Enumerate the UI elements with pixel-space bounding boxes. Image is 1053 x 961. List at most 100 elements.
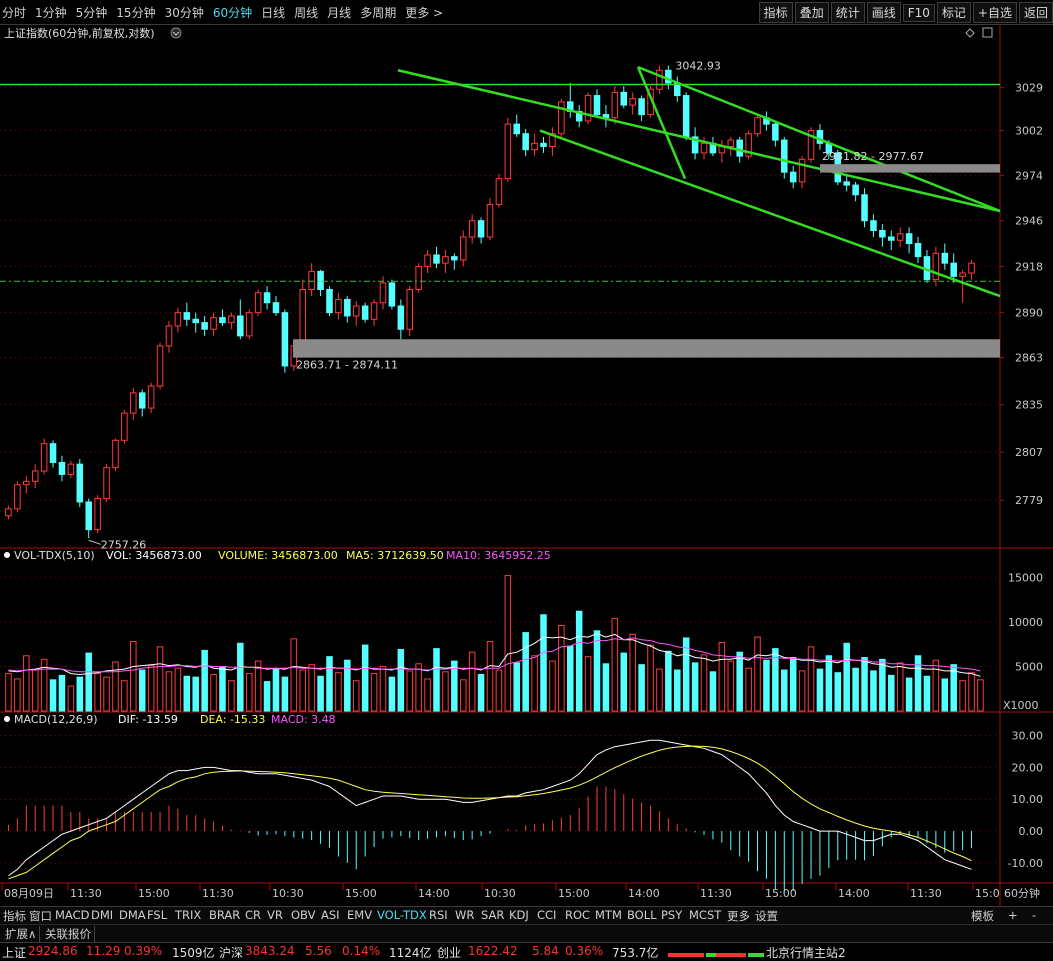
tool-button-4[interactable]: F10 [902, 4, 935, 22]
candle-body [156, 345, 164, 387]
trendline-channel-lower [539, 129, 1001, 298]
period-tab-3[interactable]: 15分钟 [116, 4, 155, 21]
period-tab-0[interactable]: 分时 [2, 4, 26, 21]
x-tick-label-7: 10:30 [484, 887, 516, 900]
indicator-tab-7[interactable]: BRAR [209, 908, 240, 922]
x-tick-label-5: 15:00 [345, 887, 377, 900]
period-tab-2[interactable]: 5分钟 [76, 4, 108, 21]
candle-body [861, 194, 868, 222]
right-tab-1[interactable]: + [1008, 908, 1018, 922]
candle-body [700, 142, 708, 154]
kline-chart[interactable]: 上证指数(60分钟,前复权,对数) 3029 3002 2974 2946 2918 289… [0, 24, 1053, 906]
volume-bar [210, 673, 217, 712]
candle-body [228, 315, 235, 324]
candle-body [174, 312, 182, 327]
period-tab-6[interactable]: 日线 [261, 4, 285, 21]
extend-tab-1[interactable]: 关联报价 [42, 926, 95, 942]
indicator-tab-8[interactable]: CR [245, 908, 261, 922]
indicator-tab-11[interactable]: ASI [321, 908, 340, 922]
tool-button-6[interactable]: +自选 [972, 2, 1017, 23]
period-tab-10[interactable]: 更多 > [405, 4, 443, 21]
candle-body [308, 270, 315, 290]
right-tab-0[interactable]: 模板 [971, 908, 994, 924]
indicator-tab-25[interactable]: 设置 [755, 908, 778, 924]
cy-price: 1622.42 [468, 944, 518, 958]
hs-amount: 1124亿 [389, 946, 432, 960]
tool-button-7[interactable]: 返回 [1018, 2, 1053, 23]
vol-unit-label: X1000 [1003, 699, 1039, 712]
candle-body [23, 480, 30, 486]
indicator-tab-2[interactable]: MACD [55, 908, 89, 922]
period-label: 60分钟 [1004, 886, 1040, 900]
candle-body [593, 95, 601, 116]
indicator-tab-5[interactable]: FSL [147, 908, 167, 922]
volume-bar [361, 644, 369, 712]
tool-button-1[interactable]: 叠加 [794, 2, 829, 23]
volume-bar [58, 674, 66, 712]
dif-line [8, 739, 972, 877]
volume-bar [620, 652, 628, 712]
indicator-tab-13[interactable]: VOL-TDX [377, 908, 427, 922]
indicator-tab-24[interactable]: 更多 [727, 908, 750, 924]
indicator-tab-15[interactable]: WR [455, 908, 474, 922]
server-name[interactable]: 北京行情主站2 [766, 944, 846, 961]
indicator-tab-18[interactable]: CCI [537, 908, 556, 922]
volume-bar [335, 672, 342, 712]
indicator-tab-20[interactable]: MTM [595, 908, 622, 922]
period-tab-5[interactable]: 60分钟 [213, 4, 252, 21]
pane-menu-icon [170, 27, 182, 39]
indicator-tab-1[interactable]: 窗口 [29, 908, 52, 924]
volume-bar [977, 679, 984, 712]
candle-body [540, 142, 547, 148]
volume-bar [388, 676, 396, 712]
period-tab-9[interactable]: 多周期 [360, 4, 396, 21]
volume-bar [156, 646, 164, 712]
indicator-tab-0[interactable]: 指标 [3, 908, 26, 924]
x-tick-label-11: 15:00 [765, 887, 797, 900]
indicator-tab-16[interactable]: SAR [481, 908, 504, 922]
candle-body [638, 98, 645, 116]
volume-bar [379, 665, 387, 712]
indicator-tab-14[interactable]: RSI [429, 908, 448, 922]
extend-tab-0[interactable]: 扩展∧ [2, 926, 41, 942]
sh-name[interactable]: 上证 [2, 944, 26, 961]
hs-name[interactable]: 沪深 [219, 944, 243, 961]
period-tab-8[interactable]: 月线 [327, 4, 351, 21]
hs-price: 3843.24 [245, 944, 295, 958]
period-tab-4[interactable]: 30分钟 [165, 4, 204, 21]
tool-button-5[interactable]: 标记 [936, 2, 971, 23]
sh-change: 11.29 [86, 944, 121, 958]
period-tab-7[interactable]: 周线 [294, 4, 318, 21]
tool-button-3[interactable]: 画线 [866, 2, 901, 23]
period-tab-1[interactable]: 1分钟 [35, 4, 67, 21]
volume-bar [504, 575, 512, 712]
volume-bar [745, 667, 752, 712]
indicator-tab-10[interactable]: OBV [291, 908, 315, 922]
cy-name[interactable]: 创业 [437, 944, 461, 961]
tool-button-2[interactable]: 统计 [830, 2, 865, 23]
tool-button-0[interactable]: 指标 [758, 2, 793, 23]
indicator-tab-22[interactable]: PSY [661, 908, 682, 922]
indicator-tab-9[interactable]: VR [267, 908, 283, 922]
candle-body [397, 305, 405, 330]
x-tick-label-10: 11:30 [700, 887, 732, 900]
volume-bar [522, 632, 529, 712]
indicator-tab-3[interactable]: DMI [91, 908, 113, 922]
indicator-tab-4[interactable]: DMA [119, 908, 146, 922]
indicator-tab-17[interactable]: KDJ [509, 908, 529, 922]
indicator-tab-19[interactable]: ROC [565, 908, 590, 922]
indicator-tab-6[interactable]: TRIX [175, 908, 201, 922]
indicator-tab-12[interactable]: EMV [347, 908, 372, 922]
indicator-tab-21[interactable]: BOLL [627, 908, 657, 922]
maximize-icon [982, 27, 993, 38]
indicator-tab-23[interactable]: MCST [689, 908, 721, 922]
volume-bar [781, 669, 788, 712]
candle-body [513, 123, 521, 135]
x-tick-label-0: 08月09日 [4, 887, 54, 900]
y-tick-label-8: 2807 [1015, 446, 1043, 459]
volume-bar [183, 675, 191, 712]
volume-bar [352, 680, 360, 712]
volume-bar [228, 680, 235, 712]
candle-body [130, 392, 137, 414]
right-tab-2[interactable]: - [1032, 908, 1036, 922]
